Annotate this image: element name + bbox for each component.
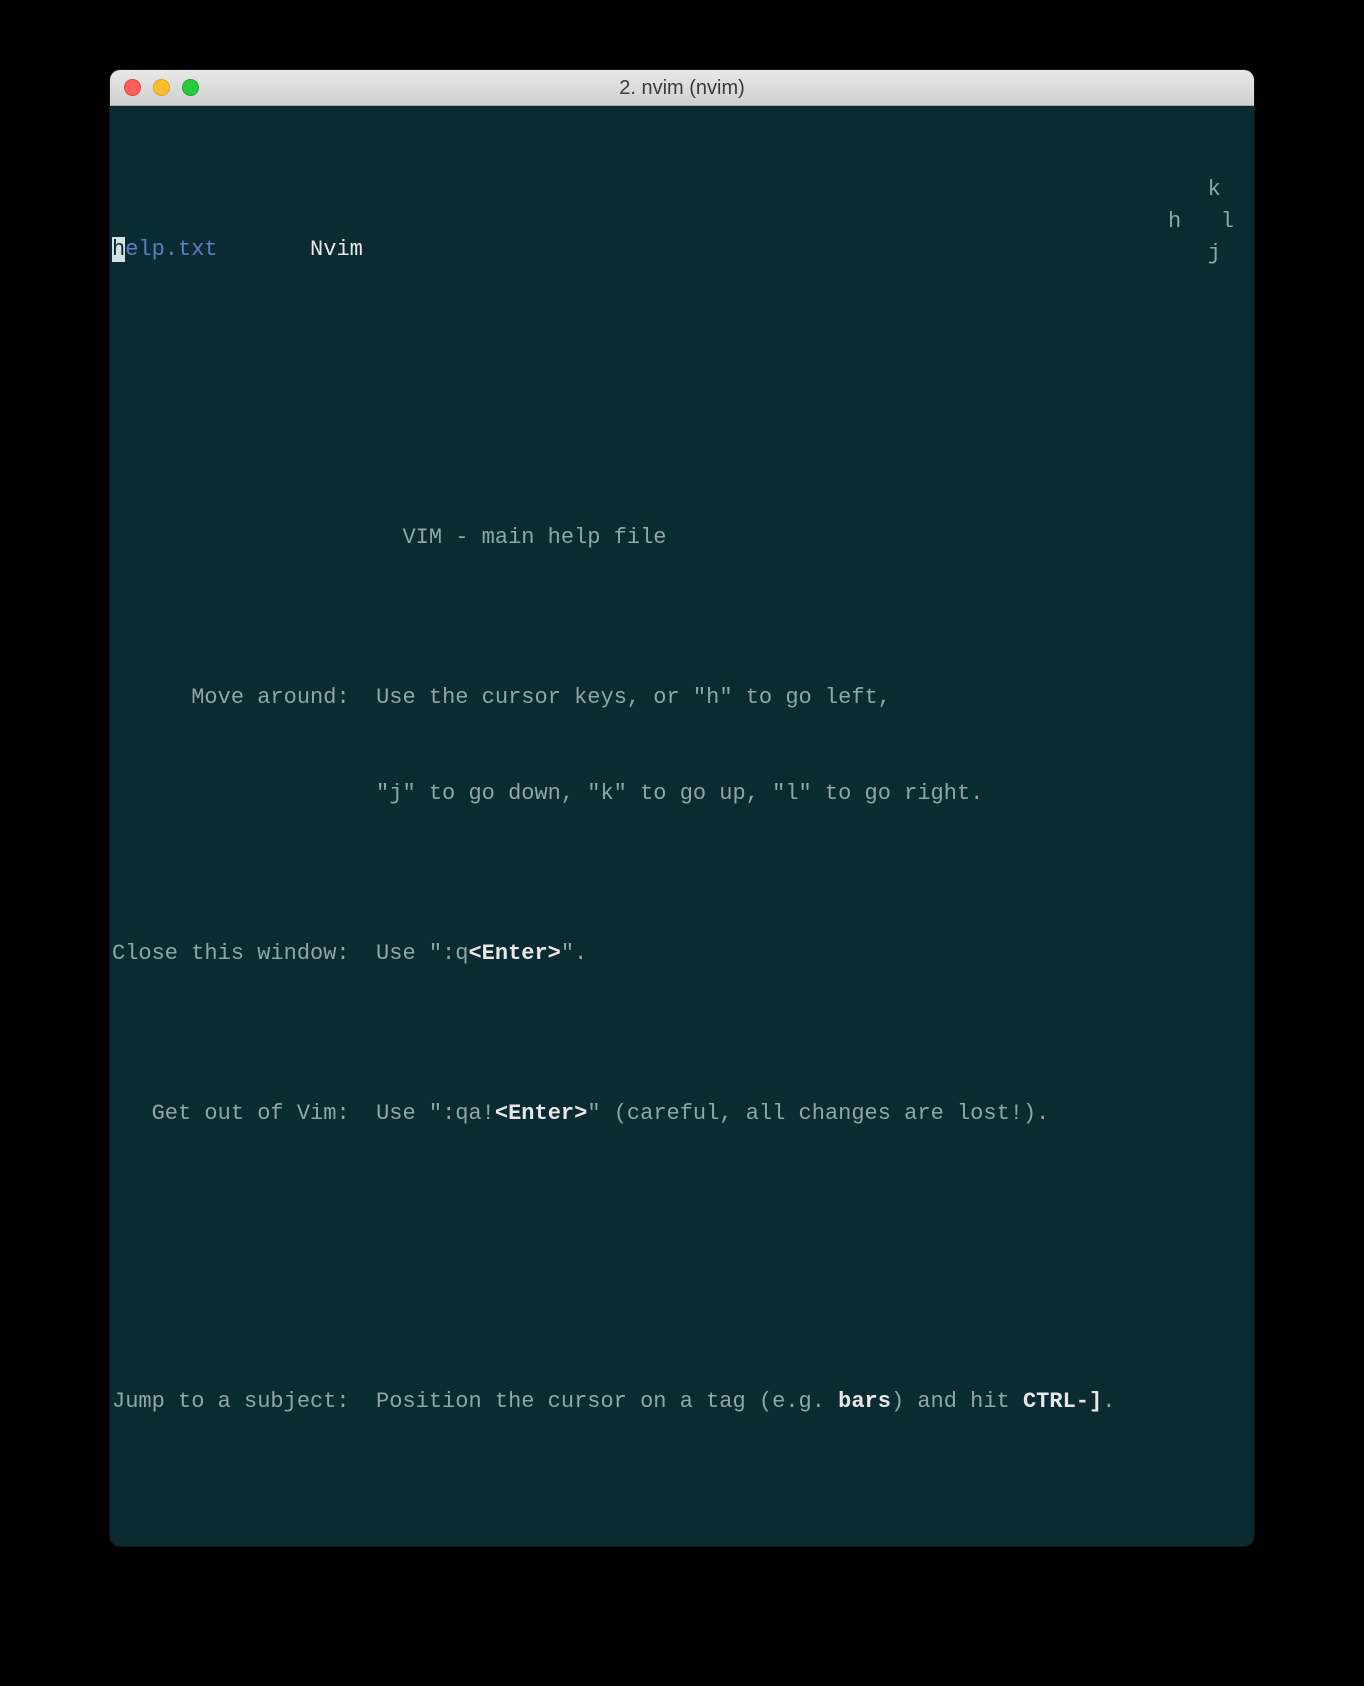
hjkl-compass: k h l j: [1168, 174, 1234, 270]
minimize-icon[interactable]: [153, 79, 170, 96]
window-title: 2. nvim (nvim): [110, 72, 1254, 104]
blank-line: [110, 362, 1254, 394]
row-move-around: Move around: Use the cursor keys, or "h"…: [110, 682, 1254, 714]
blank-line: [110, 1226, 1254, 1258]
row-close-window: Close this window: Use ":q<Enter>".: [110, 938, 1254, 970]
help-filename: elp.txt: [125, 237, 217, 262]
terminal-window: 2. nvim (nvim) help.txt Nvim VIM - main …: [110, 70, 1254, 1546]
help-header-line: help.txt Nvim: [110, 234, 1254, 266]
row-move-around-2: "j" to go down, "k" to go up, "l" to go …: [110, 778, 1254, 810]
cursor: h: [112, 237, 125, 262]
help-title: VIM - main help file: [110, 522, 1254, 554]
row-get-out: Get out of Vim: Use ":qa!<Enter>" (caref…: [110, 1098, 1254, 1130]
zoom-icon[interactable]: [182, 79, 199, 96]
close-icon[interactable]: [124, 79, 141, 96]
app-name: Nvim: [310, 237, 363, 262]
traffic-lights: [110, 79, 199, 96]
titlebar[interactable]: 2. nvim (nvim): [110, 70, 1254, 106]
row-jump-subject: Jump to a subject: Position the cursor o…: [110, 1386, 1254, 1418]
terminal-content[interactable]: help.txt Nvim VIM - main help file Move …: [110, 106, 1254, 1546]
